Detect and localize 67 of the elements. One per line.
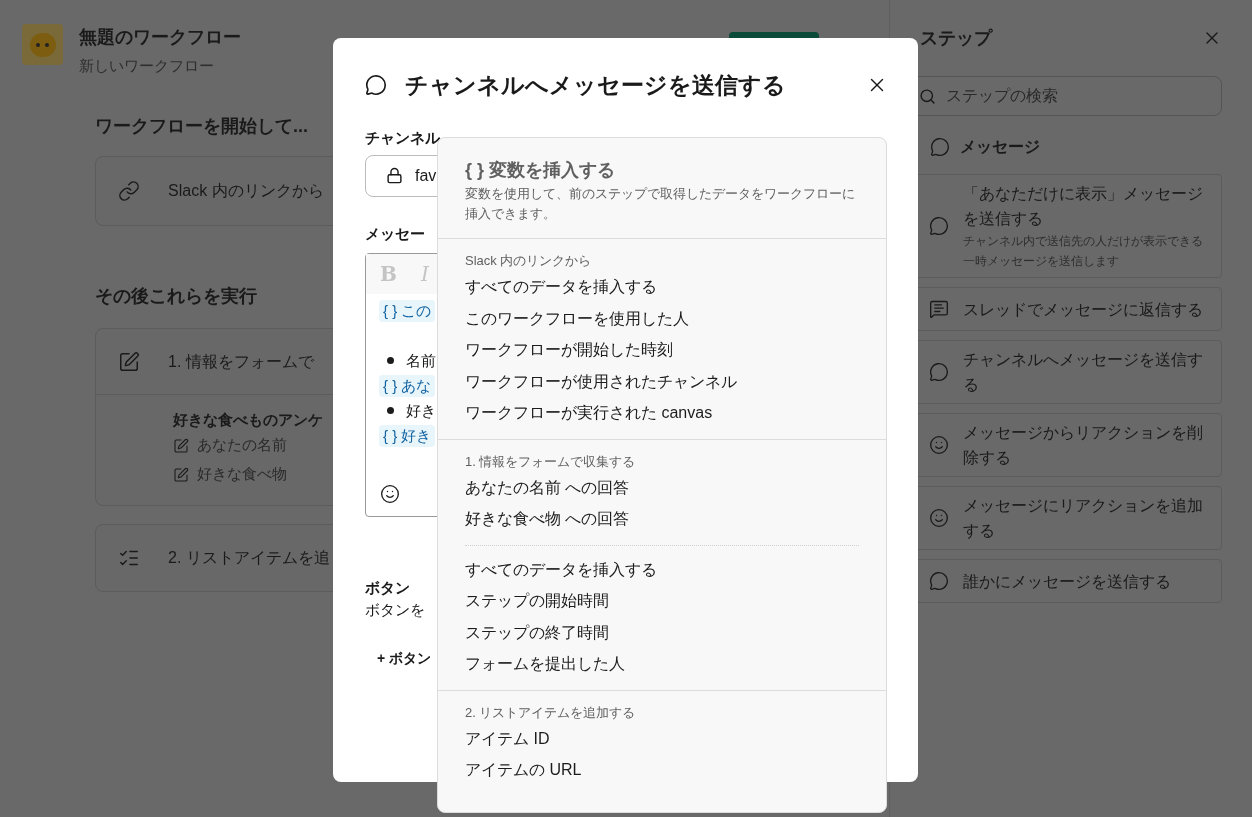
menu-item[interactable]: ワークフローが実行された canvas [465, 397, 859, 429]
search-placeholder: ステップの検索 [946, 86, 1058, 106]
menu-item[interactable]: ワークフローが使用されたチャンネル [465, 365, 859, 397]
step-option-title: メッセージにリアクションを追加する [963, 496, 1204, 541]
form-icon [173, 466, 189, 483]
menu-item[interactable]: このワークフローを使用した人 [465, 302, 859, 334]
menu-item[interactable]: アイテム ID [465, 722, 859, 754]
speech-bubble-icon [929, 571, 949, 591]
step-option-title: 「あなただけに表示」メッセージを送信する [963, 184, 1204, 229]
variable-token[interactable]: { } この [379, 299, 436, 322]
lock-icon [386, 167, 403, 184]
panel-title: ステップ [920, 27, 992, 50]
form-field: 好きな食べ物 [197, 463, 287, 486]
workflow-title: 無題のワークフロー [79, 26, 241, 49]
section-label: ボタン [365, 577, 410, 598]
menu-description: 変数を使用して、前のステップで取得したデータをワークフローに挿入できます。 [465, 185, 856, 223]
menu-item[interactable]: すべてのデータを挿入する [465, 271, 859, 303]
menu-item[interactable]: ステップの終了時間 [465, 616, 859, 648]
menu-title: { } 変数を挿入する [465, 159, 616, 182]
menu-item[interactable]: ステップの開始時間 [465, 585, 859, 617]
menu-section-title: 1. 情報をフォームで収集する [465, 452, 637, 471]
speech-bubble-icon [365, 74, 387, 97]
smiley-icon [929, 435, 949, 455]
trigger-label: Slack 内のリンクから [168, 181, 324, 201]
menu-item[interactable]: すべてのデータを挿入する [465, 553, 859, 585]
menu-section-title: Slack 内のリンクから [465, 252, 593, 270]
emoji-icon[interactable] [380, 483, 400, 504]
robot-avatar-icon [22, 24, 63, 65]
link-icon [118, 180, 140, 202]
speech-bubble-icon [929, 216, 949, 236]
field-label: メッセー [365, 223, 426, 244]
menu-item[interactable]: フォームを提出した人 [465, 648, 859, 680]
speech-bubble-icon [929, 362, 949, 382]
section-heading: ワークフローを開始して... [95, 115, 308, 138]
add-button[interactable]: + ボタン [365, 642, 444, 675]
thread-bubble-icon [929, 299, 949, 319]
bullet-icon [387, 407, 394, 414]
variable-token[interactable]: { } 好き [379, 424, 436, 447]
section-hint: ボタンを [365, 599, 425, 620]
menu-item[interactable]: あなたの名前 への回答 [465, 471, 859, 503]
field-label: チャンネル [365, 127, 441, 148]
form-icon [173, 437, 189, 454]
step-option-title: メッセージからリアクションを削除する [963, 423, 1204, 468]
step-option-title: チャンネルへメッセージを送信する [963, 350, 1204, 395]
step-option-title: スレッドでメッセージに返信する [963, 299, 1203, 320]
variable-token[interactable]: { } あな [379, 374, 436, 397]
section-heading: その後これらを実行 [95, 285, 257, 308]
category-title: メッセージ [960, 137, 1040, 157]
editor-text: 名前 [406, 350, 436, 371]
workflow-subtitle: 新しいワークフロー [79, 56, 215, 76]
step-title: 2. リストアイテムを追 [168, 548, 330, 568]
form-field: あなたの名前 [197, 434, 287, 457]
search-icon [919, 87, 936, 105]
form-icon [118, 350, 140, 373]
bullet-icon [387, 357, 394, 364]
menu-item[interactable]: ワークフローが開始した時刻 [465, 334, 859, 366]
step-option-title: 誰かにメッセージを送信する [963, 571, 1171, 592]
form-title: 好きな食べものアンケ [173, 410, 323, 430]
menu-item[interactable]: アイテムの URL [465, 754, 859, 786]
menu-section-title: 2. リストアイテムを追加する [465, 703, 637, 722]
menu-item[interactable]: 好きな食べ物 への回答 [465, 503, 859, 535]
step-title: 1. 情報をフォームで [168, 351, 314, 372]
modal-title: チャンネルへメッセージを送信する [405, 71, 787, 100]
smiley-icon [929, 508, 949, 528]
channel-value: fav [415, 165, 437, 186]
editor-text: 好き [406, 400, 436, 421]
speech-bubble-icon [930, 137, 950, 157]
